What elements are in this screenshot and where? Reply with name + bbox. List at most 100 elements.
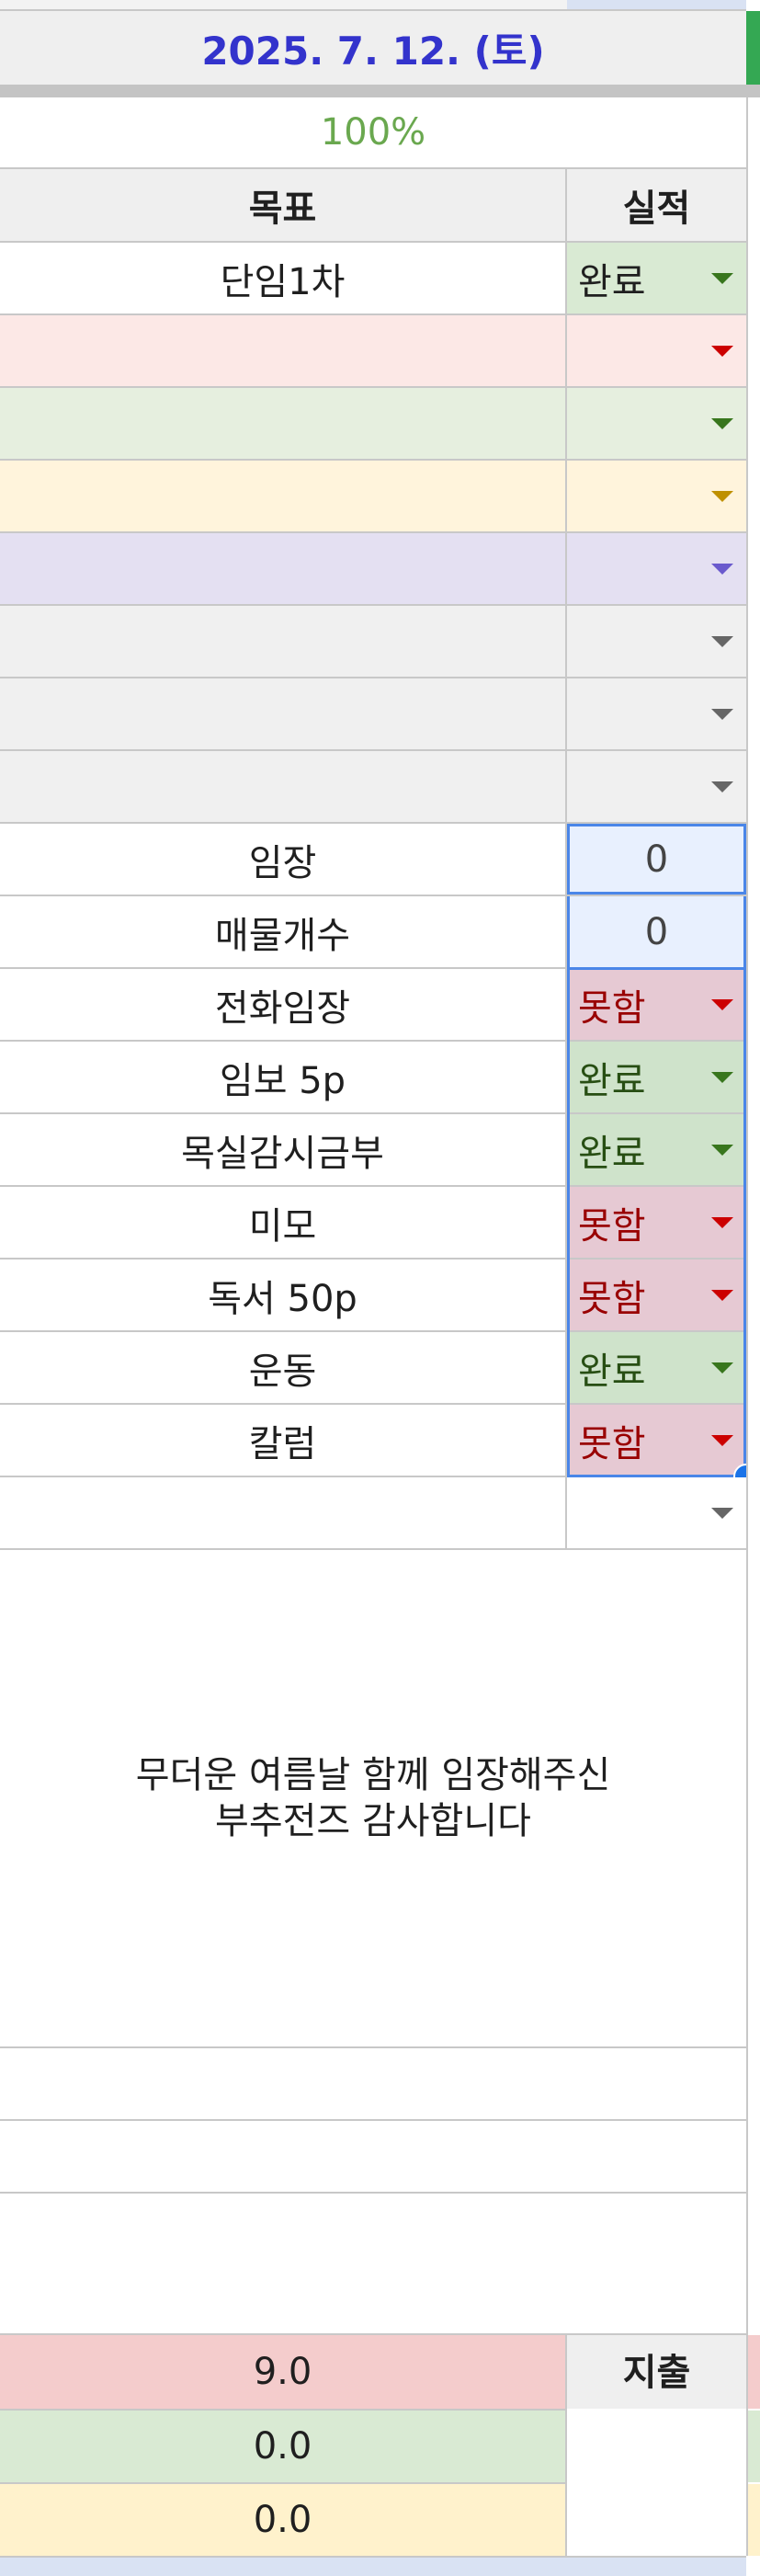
goal-row: 독서 50p 못함	[0, 1260, 746, 1330]
result-dropdown[interactable]	[567, 533, 746, 604]
progress-row[interactable]: 100%	[0, 97, 746, 167]
frozen-divider	[0, 85, 760, 97]
goal-row	[0, 606, 746, 677]
empty-row[interactable]	[0, 2048, 746, 2119]
goal-row: 단임1차 완료	[0, 243, 746, 313]
right-edge-green	[746, 11, 760, 85]
goal-row: 매물개수 0	[0, 896, 746, 967]
result-dropdown[interactable]	[567, 388, 746, 459]
result-value: 못함	[578, 1277, 646, 1320]
goal-cell[interactable]	[0, 388, 567, 459]
goal-cell[interactable]	[0, 751, 567, 822]
goal-cell[interactable]	[0, 1477, 567, 1548]
empty-row[interactable]	[0, 2121, 746, 2192]
goal-cell[interactable]	[0, 461, 567, 531]
goal-row	[0, 751, 746, 822]
dropdown-arrow-icon[interactable]	[711, 635, 733, 647]
dropdown-arrow-icon[interactable]	[711, 781, 733, 792]
header-row: 목표 실적	[0, 169, 746, 241]
goal-row: 목실감시금부 완료	[0, 1114, 746, 1185]
result-value: 완료	[578, 1132, 646, 1175]
dropdown-arrow-icon[interactable]	[711, 708, 733, 720]
result-dropdown[interactable]	[567, 315, 746, 386]
goal-cell[interactable]: 임보 5p	[0, 1042, 567, 1112]
progress-value: 100%	[320, 111, 426, 154]
dropdown-arrow-icon[interactable]	[711, 1289, 733, 1301]
goal-row	[0, 461, 746, 531]
total-row: 0.0	[0, 2411, 746, 2482]
dropdown-arrow-icon[interactable]	[711, 998, 733, 1010]
total-value[interactable]: 0.0	[0, 2411, 567, 2482]
result-dropdown[interactable]	[567, 461, 746, 531]
result-dropdown[interactable]: 완료	[567, 243, 746, 313]
result-dropdown[interactable]	[567, 751, 746, 822]
goal-cell[interactable]	[0, 606, 567, 677]
goal-cell[interactable]	[0, 315, 567, 386]
dropdown-arrow-icon[interactable]	[711, 272, 733, 284]
right-edge-cell	[746, 2484, 760, 2556]
total-row: 0.0	[0, 2484, 746, 2556]
result-dropdown[interactable]: 못함	[567, 1405, 746, 1476]
spreadsheet: 2025. 7. 12. (토) 100% 목표 실적 단임1차 완료 임장 0…	[0, 0, 760, 2576]
result-number-cell[interactable]: 0	[567, 896, 746, 967]
goal-header[interactable]: 목표	[0, 169, 567, 241]
goal-row	[0, 388, 746, 459]
empty-row[interactable]	[0, 2194, 746, 2333]
dropdown-arrow-icon[interactable]	[711, 1216, 733, 1228]
goal-row	[0, 678, 746, 749]
goal-cell[interactable]: 운동	[0, 1332, 567, 1403]
result-dropdown[interactable]: 완료	[567, 1114, 746, 1185]
expense-cell[interactable]	[567, 2411, 746, 2482]
memo-line: 부추전즈 감사합니다	[215, 1800, 531, 1842]
result-dropdown[interactable]: 완료	[567, 1332, 746, 1403]
goal-row: 칼럼 못함	[0, 1405, 746, 1476]
top-strip	[0, 0, 746, 11]
goal-cell[interactable]: 전화임장	[0, 969, 567, 1040]
goal-cell[interactable]: 목실감시금부	[0, 1114, 567, 1185]
dropdown-arrow-icon[interactable]	[711, 1507, 733, 1519]
goal-cell[interactable]: 미모	[0, 1187, 567, 1258]
result-header[interactable]: 실적	[567, 169, 746, 241]
dropdown-arrow-icon[interactable]	[711, 345, 733, 357]
result-value: 완료	[578, 1350, 646, 1393]
result-value: 못함	[578, 1422, 646, 1465]
result-number-cell[interactable]: 0	[567, 824, 746, 895]
dropdown-arrow-icon[interactable]	[711, 417, 733, 429]
dropdown-arrow-icon[interactable]	[711, 1434, 733, 1446]
result-dropdown[interactable]	[567, 678, 746, 749]
date-row[interactable]: 2025. 7. 12. (토)	[0, 11, 746, 85]
goal-cell[interactable]: 임장	[0, 824, 567, 895]
result-dropdown[interactable]	[567, 606, 746, 677]
result-dropdown[interactable]	[567, 1477, 746, 1548]
goal-row	[0, 1477, 746, 1548]
goal-cell[interactable]: 독서 50p	[0, 1260, 567, 1330]
dropdown-arrow-icon[interactable]	[711, 490, 733, 502]
right-edge-cell	[746, 2335, 760, 2409]
result-dropdown[interactable]: 못함	[567, 1260, 746, 1330]
dropdown-arrow-icon[interactable]	[711, 1071, 733, 1083]
expense-header[interactable]: 지출	[567, 2335, 746, 2409]
goal-cell[interactable]	[0, 678, 567, 749]
date-label: 2025. 7. 12. (토)	[201, 28, 545, 74]
result-dropdown[interactable]: 완료	[567, 1042, 746, 1112]
result-dropdown[interactable]: 못함	[567, 1187, 746, 1258]
total-value[interactable]: 0.0	[0, 2484, 567, 2556]
memo-cell[interactable]: 무더운 여름날 함께 임장해주신 부추전즈 감사합니다	[0, 1550, 746, 2046]
expense-cell[interactable]	[567, 2484, 746, 2556]
goal-cell[interactable]: 매물개수	[0, 896, 567, 967]
total-value[interactable]: 9.0	[0, 2335, 567, 2409]
goal-row: 임보 5p 완료	[0, 1042, 746, 1112]
result-value: 못함	[578, 1204, 646, 1248]
top-strip-right	[567, 0, 746, 9]
dropdown-arrow-icon[interactable]	[711, 1144, 733, 1156]
dropdown-arrow-icon[interactable]	[711, 563, 733, 575]
dropdown-arrow-icon[interactable]	[711, 1362, 733, 1373]
result-dropdown[interactable]: 못함	[567, 969, 746, 1040]
goal-cell[interactable]: 단임1차	[0, 243, 567, 313]
goal-cell[interactable]	[0, 533, 567, 604]
right-edge-cell	[746, 2411, 760, 2482]
bottom-strip	[0, 2556, 746, 2576]
goal-row: 임장 0	[0, 824, 746, 895]
goal-cell[interactable]: 칼럼	[0, 1405, 567, 1476]
goal-row	[0, 533, 746, 604]
